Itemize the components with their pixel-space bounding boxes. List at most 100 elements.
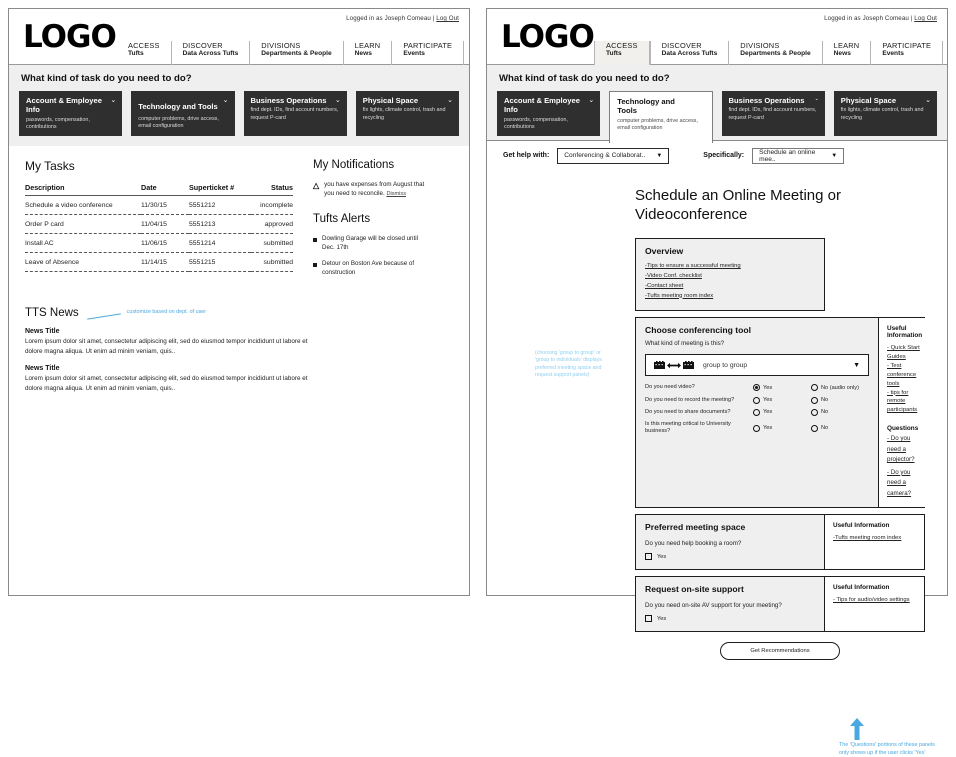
chevron-down-icon: ⌄ xyxy=(222,97,229,104)
nav-item-participate[interactable]: PARTICIPATE Events xyxy=(391,41,463,65)
overview-links: -Tips to ensure a successful meeting -Vi… xyxy=(645,262,815,301)
questions-heading: Questions xyxy=(887,425,919,433)
nav-item-discover-top: DISCOVER xyxy=(661,41,702,50)
useful-link-av-settings-label: - Tips for audio/video settings xyxy=(833,597,910,604)
useful-link-room-index[interactable]: -Tufts meeting room index xyxy=(833,534,916,543)
onsite-support-checkbox-row[interactable]: Yes xyxy=(645,615,815,623)
meeting-space-body: Preferred meeting space Do you need help… xyxy=(636,515,824,570)
cell-description: Leave of Absence xyxy=(25,252,141,272)
nav-item-divisions[interactable]: DIVISIONS Departments & People xyxy=(249,41,342,65)
table-header-row: Description Date Superticket # Status xyxy=(25,183,293,196)
alert-text: Detour on Boston Ave because of construc… xyxy=(322,259,415,276)
column-status: Status xyxy=(251,183,293,196)
conferencing-tool-select[interactable]: group to group ▼ xyxy=(645,354,869,377)
radio-row-video: Do you need video? Yes No (audio only) xyxy=(645,384,869,392)
chevron-down-icon: ⌄ xyxy=(334,97,341,104)
conferencing-tool-body: Choose conferencing tool What kind of me… xyxy=(636,318,878,508)
nav-item-learn-top: LEARN xyxy=(833,41,860,50)
nav-item-access[interactable]: ACCESS Tufts xyxy=(594,41,650,65)
task-card-business[interactable]: ⌄ Business Operations find dept. IDs, fi… xyxy=(721,91,825,136)
checkbox-icon xyxy=(645,615,652,623)
table-row[interactable]: Leave of Absence 11/14/15 5551215 submit… xyxy=(25,252,293,272)
meeting-space-checkbox-row[interactable]: Yes xyxy=(645,553,815,561)
annotation-bottom-text: The 'Questions' portions of these panels… xyxy=(839,742,935,756)
radio-video-no[interactable]: No (audio only) xyxy=(811,384,869,392)
question-link-projector[interactable]: - Do you need a projector? xyxy=(887,434,922,466)
radio-critical-yes-label: Yes xyxy=(763,425,773,432)
overview-heading: Overview xyxy=(645,246,684,257)
tts-news-section: TTS News customize based on dept. of use… xyxy=(25,307,325,394)
overview-link-tips[interactable]: -Tips to ensure a successful meeting xyxy=(645,262,815,272)
get-help-with-value: Conferencing & Collaborat.. xyxy=(564,152,646,159)
radio-record-yes[interactable]: Yes xyxy=(753,396,811,404)
left-main-content: My Tasks Description Date Superticket # … xyxy=(9,146,469,394)
nav-item-learn[interactable]: LEARN News xyxy=(342,41,392,65)
task-card-business[interactable]: ⌄ Business Operations find dept. IDs, fi… xyxy=(243,91,347,136)
radio-critical-yes[interactable]: Yes xyxy=(753,424,811,432)
task-card-physical[interactable]: ⌄ Physical Space fix lights, climate con… xyxy=(833,91,938,136)
table-row[interactable]: Install AC 11/06/15 5551214 submitted xyxy=(25,233,293,253)
task-card-technology[interactable]: ⌄ Technology and Tools computer problems… xyxy=(131,91,235,136)
nav-item-participate-top: PARTICIPATE xyxy=(882,41,932,50)
nav-item-learn[interactable]: LEARN News xyxy=(821,41,871,65)
task-card-account[interactable]: ⌄ Account & Employee Info passwords, com… xyxy=(19,91,123,136)
table-row[interactable]: Schedule a video conference 11/30/15 555… xyxy=(25,195,293,215)
list-item: Dowling Garage will be closed until Dec.… xyxy=(313,235,431,253)
radio-icon xyxy=(811,424,818,432)
radio-documents-yes[interactable]: Yes xyxy=(753,408,811,416)
news-item-title: News Title xyxy=(25,327,60,335)
radio-icon xyxy=(811,384,818,392)
question-link-camera[interactable]: - Do you need a camera? xyxy=(887,468,922,500)
nav-item-access-top: ACCESS xyxy=(128,41,160,50)
annotation-bottom-note: The 'Questions' portions of these panels… xyxy=(839,718,935,757)
overview-link-checklist[interactable]: -Video Conf. checklist xyxy=(645,272,815,282)
radio-icon xyxy=(753,424,760,432)
useful-link-quick-start[interactable]: - Quick Start Guides xyxy=(887,344,922,362)
dismiss-link[interactable]: Dismiss xyxy=(386,191,406,197)
get-help-with-label: Get help with: xyxy=(503,152,550,159)
overview-link-room-index[interactable]: -Tufts meeting room index xyxy=(645,292,815,302)
nav-item-learn-bottom: News xyxy=(833,50,851,58)
checkbox-icon xyxy=(645,553,652,561)
nav-item-participate[interactable]: PARTICIPATE Events xyxy=(870,41,942,65)
get-recommendations-button[interactable]: Get Recommendations xyxy=(720,642,840,661)
task-card-technology-sub: computer problems, drive access, email c… xyxy=(138,116,219,130)
task-card-account[interactable]: ⌄ Account & Employee Info passwords, com… xyxy=(497,91,601,136)
task-card-business-sub: find dept. IDs, find account numbers, re… xyxy=(728,107,817,121)
radio-video-yes[interactable]: Yes xyxy=(753,384,811,392)
logo: LOGO xyxy=(23,19,117,55)
task-selector-band-left: What kind of task do you need to do? ⌄ A… xyxy=(9,65,469,146)
radio-critical-no-label: No xyxy=(821,425,829,432)
nav-item-divisions-bottom: Departments & People xyxy=(261,50,332,58)
task-card-technology-selected[interactable]: Technology and Tools computer problems, … xyxy=(609,91,713,143)
useful-info-links: - Quick Start Guides - Test conference t… xyxy=(887,344,922,415)
nav-item-divisions[interactable]: DIVISIONS Departments & People xyxy=(728,41,821,65)
logout-link[interactable]: Log Out xyxy=(436,15,459,22)
radio-documents-no[interactable]: No xyxy=(811,408,869,416)
table-row[interactable]: Order P card 11/04/15 5551213 approved xyxy=(25,214,293,234)
useful-link-remote-tips[interactable]: - tips for remote participants xyxy=(887,389,922,416)
left-sidebar-column: My Notifications △ you have expenses fro… xyxy=(313,159,431,285)
nav-item-access[interactable]: ACCESS Tufts xyxy=(117,41,171,65)
get-help-with-select[interactable]: Conferencing & Collaborat.. ▼ xyxy=(557,147,670,164)
overview-link-contact-sheet[interactable]: -Contact sheet xyxy=(645,282,815,292)
nav-item-discover-top: DISCOVER xyxy=(182,41,223,50)
radio-critical-no[interactable]: No xyxy=(811,424,869,432)
help-filter-bar: Get help with: Conferencing & Collaborat… xyxy=(487,140,947,170)
logout-link[interactable]: Log Out xyxy=(914,15,937,22)
task-card-physical[interactable]: ⌄ Physical Space fix lights, climate con… xyxy=(355,91,459,136)
right-main-content: (choosing 'group to group' or 'group to … xyxy=(487,170,947,756)
main-nav-right: ACCESS Tufts DISCOVER Data Across Tufts … xyxy=(594,41,944,65)
annotation-left-note: (choosing 'group to group' or 'group to … xyxy=(535,350,602,379)
radio-record-no[interactable]: No xyxy=(811,396,869,404)
useful-link-quick-start-label: - Quick Start Guides xyxy=(887,345,920,361)
useful-info-heading: Useful Information xyxy=(833,522,890,530)
page-title: Schedule an Online Meeting or Videoconfe… xyxy=(635,187,841,224)
useful-link-test-tools[interactable]: - Test conference tools xyxy=(887,362,922,389)
meeting-space-heading: Preferred meeting space xyxy=(645,522,746,533)
cell-date: 11/06/15 xyxy=(141,233,189,253)
nav-item-discover[interactable]: DISCOVER Data Across Tufts xyxy=(170,41,250,65)
radio-video-yes-label: Yes xyxy=(763,384,773,391)
specifically-select[interactable]: Schedule an online mee.. ▼ xyxy=(752,147,845,164)
nav-item-discover[interactable]: DISCOVER Data Across Tufts xyxy=(649,41,729,65)
